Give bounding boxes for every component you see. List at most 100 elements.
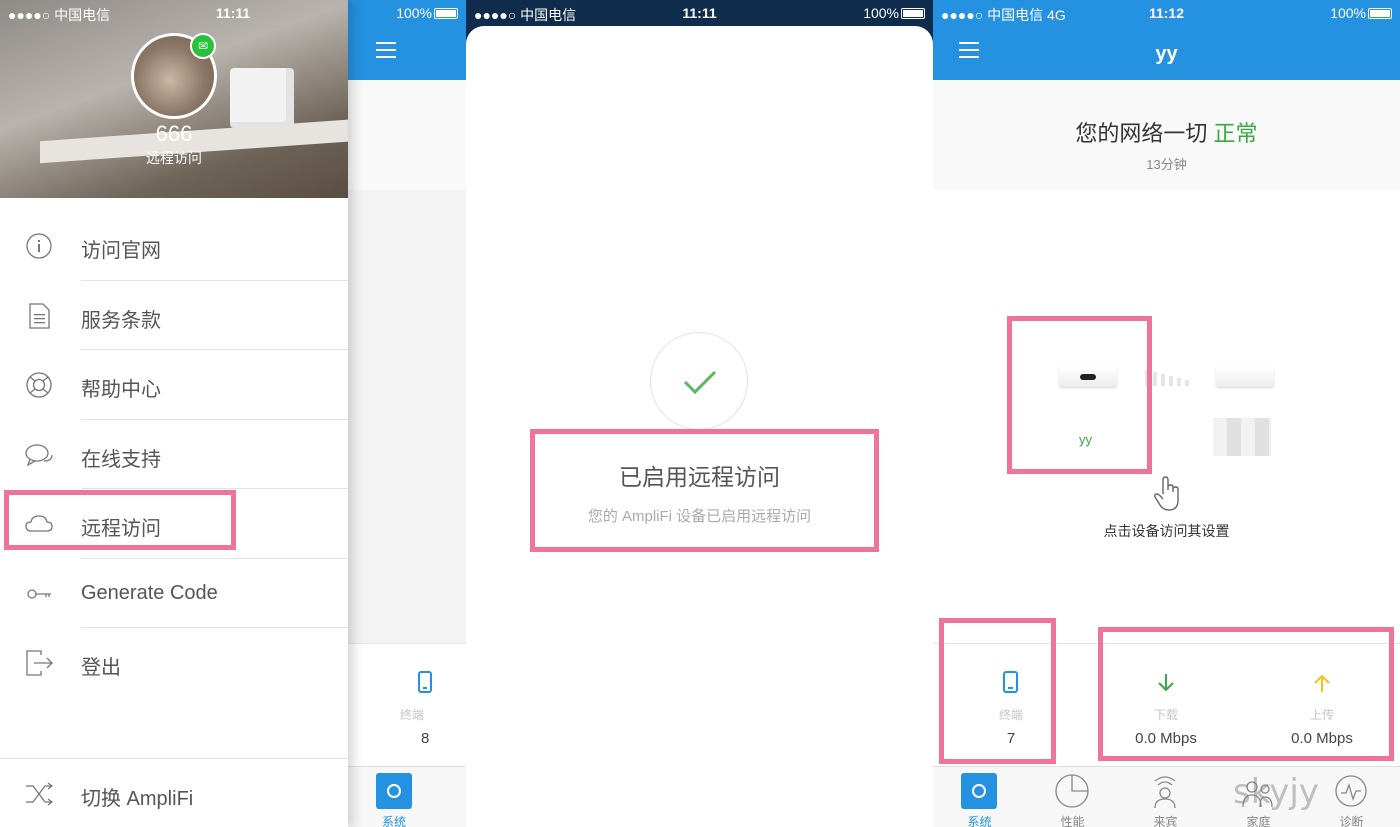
phone-icon (1003, 671, 1018, 693)
menu-item-generate-code[interactable]: Generate Code (0, 559, 348, 628)
network-status-panel: 您的网络一切 正常 13分钟 (933, 80, 1400, 190)
background-terminal-stat[interactable]: 终端 8 (348, 643, 466, 766)
router-device[interactable] (1059, 367, 1117, 387)
stat-value: 8 (421, 730, 430, 747)
menu-item-label: 远程访问 (81, 518, 161, 540)
menu-item-online-support[interactable]: 在线支持 (0, 420, 348, 489)
tab-label: 系统 (967, 815, 992, 827)
document-icon (29, 302, 50, 329)
menu-item-label: 帮助中心 (81, 379, 161, 401)
tab-label: 来宾 (1153, 815, 1178, 827)
stats-row: 终端 7 下载 0.0 Mbps 上传 0.0 Mbps (933, 643, 1400, 766)
arrow-down-icon (1158, 674, 1174, 692)
switch-amplifi-button[interactable]: 切换 AmpliFi (0, 758, 348, 827)
menu-item-label: 访问官网 (81, 240, 161, 262)
hamburger-icon[interactable] (376, 42, 396, 58)
blurred-device-label (1213, 418, 1271, 456)
guest-icon (1154, 776, 1176, 809)
diagnostics-icon (1335, 775, 1367, 807)
background-router-photo (230, 68, 294, 128)
status-state: 正常 (1213, 121, 1258, 146)
status-bar: ●●●●○ 中国电信 11:11 100% (466, 0, 933, 26)
stat-label: 下载 (1153, 708, 1178, 722)
battery-indicator: 100% (396, 5, 458, 21)
status-bar: ●●●●○ 中国电信 4G 11:12 100% (933, 0, 1400, 26)
watermark: skyjy (1233, 772, 1319, 812)
chat-bubbles-icon (25, 443, 53, 466)
menu-item-label: 在线支持 (81, 448, 161, 471)
menu-item-website[interactable]: 访问官网 (0, 211, 348, 281)
arrow-up-icon (1314, 674, 1330, 692)
battery-icon (901, 8, 925, 19)
screen-remote-enabled: ●●●●○ 中国电信 11:11 100% 已启用远程访问 您的 AmpliFi… (466, 0, 933, 827)
system-icon[interactable] (376, 773, 412, 809)
signal-strength-icon (1145, 370, 1189, 386)
tab-diagnostics[interactable]: 诊断 (1305, 767, 1398, 827)
stat-label: 终端 (998, 708, 1023, 722)
status-prefix: 您的网络一切 (1075, 121, 1214, 146)
success-badge (650, 332, 748, 430)
menu-item-logout[interactable]: 登出 (0, 628, 348, 698)
router-led (1080, 374, 1096, 380)
logout-icon (26, 650, 53, 676)
phone-icon (418, 671, 432, 693)
confirmation-subtitle: 您的 AmpliFi 设备已启用远程访问 (587, 508, 812, 525)
page-title: yy (1155, 43, 1178, 65)
background-tabbar: 系统 (348, 766, 466, 827)
battery-indicator: 100% (1330, 5, 1392, 21)
device-name: yy (1079, 432, 1092, 447)
tab-performance[interactable]: 性能 (1026, 767, 1119, 827)
tab-bar: 系统 性能 来宾 家庭 诊断 (933, 766, 1400, 827)
mesh-point-device[interactable] (1216, 367, 1274, 387)
checkmark-icon (683, 370, 717, 395)
menu-item-terms[interactable]: 服务条款 (0, 281, 348, 350)
stat-label: 终端 (400, 708, 425, 722)
highlight-box (1007, 316, 1152, 474)
tap-hand-icon (1154, 476, 1179, 511)
battery-icon (434, 8, 458, 19)
tab-system-label: 系统 (382, 815, 407, 827)
confirmation-title: 已启用远程访问 (619, 464, 780, 490)
menu-item-label: Generate Code (81, 581, 218, 604)
background-app: 终端 8 系统 (348, 0, 466, 827)
lifebuoy-icon (26, 372, 52, 398)
battery-indicator: 100% (863, 5, 925, 21)
screen-menu-drawer: 终端 8 系统 ✉ 666 远程访问 访问官网 服务条款 帮助中心 在线支持 远… (0, 0, 466, 827)
tab-label: 诊断 (1339, 815, 1364, 827)
pie-icon (1055, 774, 1089, 808)
battery-percent: 100% (1330, 5, 1366, 21)
status-bar: ●●●●○ 中国电信 11:11 100% (0, 0, 466, 26)
stat-terminals[interactable]: 终端 7 (951, 644, 1071, 767)
tab-system[interactable]: 系统 (933, 767, 1026, 827)
network-status: 您的网络一切 正常 (933, 116, 1400, 148)
stat-label: 上传 (1309, 708, 1334, 722)
switch-amplifi-label: 切换 AmpliFi (81, 788, 194, 810)
tab-label: 性能 (1060, 815, 1085, 827)
tab-guest[interactable]: 来宾 (1119, 767, 1212, 827)
menu-item-label: 服务条款 (81, 309, 161, 332)
tap-hint: 点击设备访问其设置 (1103, 523, 1230, 539)
battery-percent: 100% (396, 5, 432, 21)
menu-item-label: 登出 (81, 657, 121, 679)
battery-icon (1368, 8, 1392, 19)
stat-value: 7 (1006, 730, 1016, 747)
info-icon (26, 233, 52, 259)
background-status-panel (348, 80, 466, 190)
cloud-icon (25, 515, 53, 532)
profile-header: ✉ 666 远程访问 (0, 0, 348, 198)
stat-download[interactable]: 下载 0.0 Mbps (1106, 644, 1226, 767)
key-icon (27, 588, 51, 599)
drawer-menu: 访问官网 服务条款 帮助中心 在线支持 远程访问 Generate Code 登… (0, 211, 348, 698)
screen-network-overview: yy ●●●●○ 中国电信 4G 11:12 100% 您的网络一切 正常 13… (933, 0, 1400, 827)
profile-subtitle: 远程访问 (146, 150, 202, 166)
side-drawer: ✉ 666 远程访问 访问官网 服务条款 帮助中心 在线支持 远程访问 Gene… (0, 0, 348, 827)
shuffle-icon (26, 782, 54, 806)
menu-item-help[interactable]: 帮助中心 (0, 350, 348, 420)
stat-value: 0.0 Mbps (1135, 730, 1197, 747)
battery-percent: 100% (863, 5, 899, 21)
system-icon (961, 773, 997, 809)
stat-upload[interactable]: 上传 0.0 Mbps (1262, 644, 1382, 767)
uptime: 13分钟 (1146, 157, 1187, 172)
tab-label: 家庭 (1246, 815, 1271, 827)
menu-item-remote-access[interactable]: 远程访问 (0, 489, 348, 559)
